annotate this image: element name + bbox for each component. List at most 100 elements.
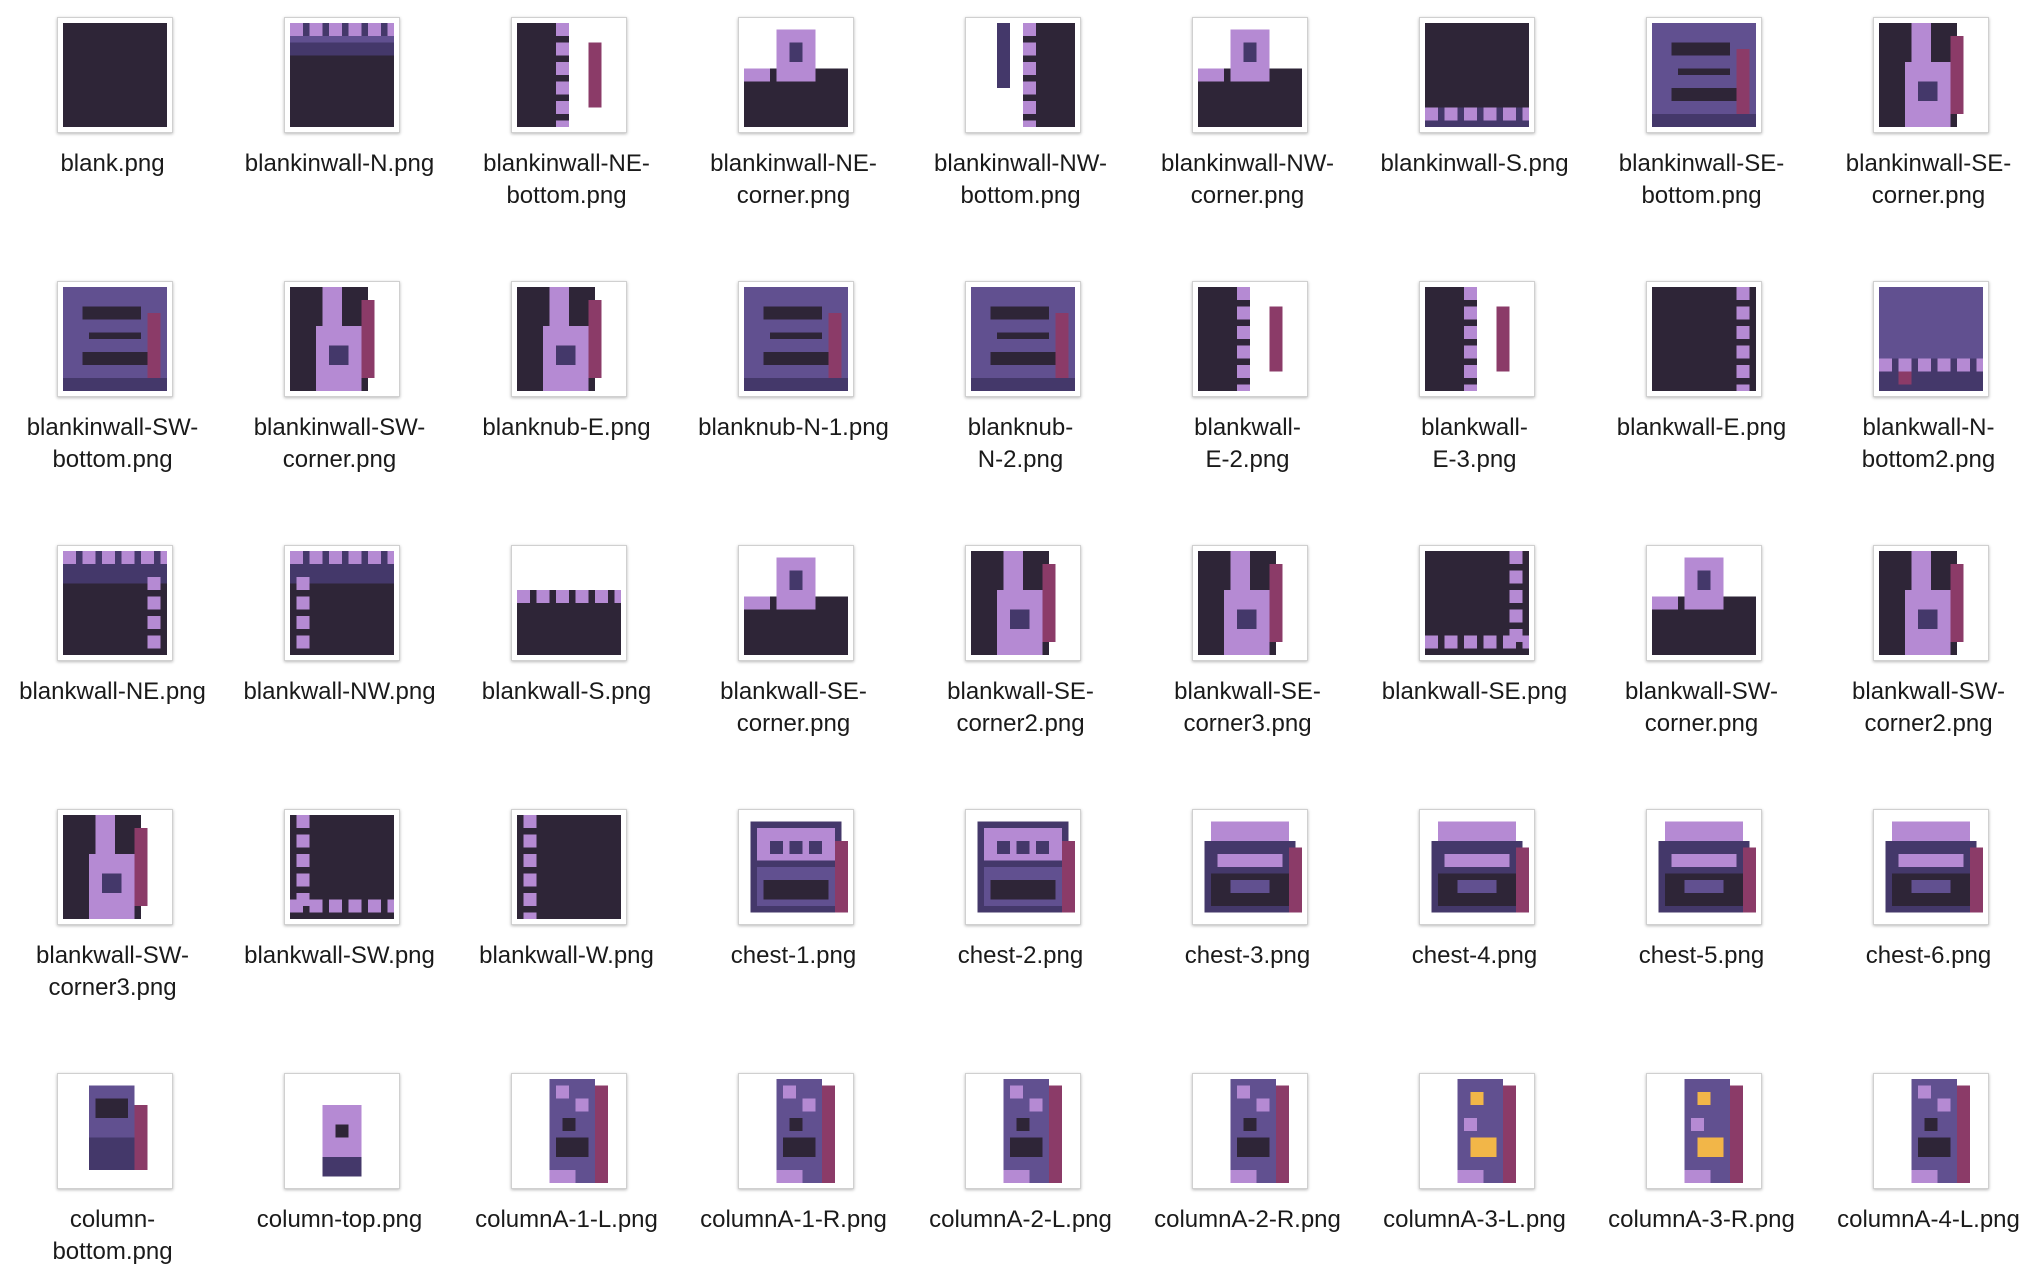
file-thumbnail[interactable] [1873,809,1989,925]
file-thumbnail[interactable] [511,809,627,925]
file-name-line: N-2.png [977,446,1064,473]
file-thumbnail[interactable] [1192,1073,1308,1189]
file-name-label: chest-3.png [1125,940,1370,972]
file-name-label: chest-4.png [1352,940,1597,972]
sprite-wall-bottom-right-icon [1425,551,1529,655]
file-name-line: blankwall- [1194,414,1301,441]
file-thumbnail[interactable] [511,17,627,133]
file-name-line: columnA-2-L.png [929,1206,1112,1233]
file-thumbnail[interactable] [57,17,173,133]
file-thumbnail[interactable] [1646,17,1762,133]
file-name-label: blankwall- E-3.png [1352,412,1597,476]
file-name-line: columnA-4-L.png [1837,1206,2020,1233]
file-thumbnail[interactable] [284,1073,400,1189]
file-name-label: blankinwall-SW-bottom.png [0,412,235,476]
file-name-line: blankwall-SE- [720,678,867,705]
file-name-label: columnA-2-L.png [898,1204,1143,1236]
file-thumbnail[interactable] [965,17,1081,133]
file-thumbnail[interactable] [1419,1073,1535,1189]
file-name-line: blanknub- [967,414,1074,441]
file-thumbnail[interactable] [965,281,1081,397]
sprite-chest-open-icon [1431,821,1529,913]
file-name-line: blankinwall-SE- [1618,150,1785,177]
file-thumbnail[interactable] [965,809,1081,925]
file-thumbnail[interactable] [738,545,854,661]
file-name-line: blankwall-W.png [479,942,654,969]
file-thumbnail[interactable] [738,1073,854,1189]
file-thumbnail[interactable] [965,1073,1081,1189]
file-thumbnail[interactable] [284,809,400,925]
file-thumbnail[interactable] [284,17,400,133]
sprite-corner-nub-icon [1652,557,1756,655]
file-thumbnail[interactable] [57,281,173,397]
file-thumbnail[interactable] [284,545,400,661]
file-icon-grid: blank.png blankinwall-N.png blankinwall-NE… [0,0,2040,1265]
file-thumbnail[interactable] [1873,545,1989,661]
file-thumbnail[interactable] [965,545,1081,661]
file-thumbnail[interactable] [1192,545,1308,661]
file-name-label: blankinwall-SE-corner.png [1806,148,2040,212]
file-thumbnail[interactable] [511,1073,627,1189]
file-name-label: chest-1.png [671,940,916,972]
file-thumbnail[interactable] [1646,809,1762,925]
file-thumbnail[interactable] [1419,809,1535,925]
sprite-pillar-icon [776,1079,835,1183]
file-thumbnail[interactable] [1873,1073,1989,1189]
file-thumbnail[interactable] [284,281,400,397]
file-thumbnail[interactable] [738,809,854,925]
file-name-label: chest-6.png [1806,940,2040,972]
sprite-column-piece-icon [1879,23,1964,127]
file-name-label: columnA-3-R.png [1579,1204,1824,1236]
file-thumbnail[interactable] [1419,545,1535,661]
file-thumbnail[interactable] [1646,1073,1762,1189]
file-thumbnail[interactable] [57,1073,173,1189]
sprite-column-bottom-icon [89,1085,148,1170]
sprite-wall-right-side-icon [1425,287,1510,391]
file-name-line: corner3.png [1183,710,1312,737]
sprite-nub-block-icon [971,287,1075,391]
file-thumbnail[interactable] [1419,281,1535,397]
file-thumbnail[interactable] [1192,809,1308,925]
file-name-label: blankinwall-NW-bottom.png [898,148,1143,212]
file-thumbnail[interactable] [738,281,854,397]
sprite-wall-left-icon [517,815,621,919]
file-name-line: blankwall-SE- [1174,678,1321,705]
file-name-label: column-bottom.png [0,1204,235,1268]
file-name-line: columnA-2-R.png [1154,1206,1341,1233]
file-name-label: columnA-1-R.png [671,1204,916,1236]
file-thumbnail[interactable] [738,17,854,133]
file-thumbnail[interactable] [1192,17,1308,133]
file-thumbnail[interactable] [1646,545,1762,661]
sprite-column-piece-icon [1879,551,1964,655]
file-name-line: blankwall-SW.png [244,942,435,969]
file-name-line: columnA-3-R.png [1608,1206,1795,1233]
sprite-column-piece-icon [517,287,602,391]
file-thumbnail[interactable] [511,281,627,397]
file-name-label: blankinwall-NW-corner.png [1125,148,1370,212]
file-name-line: blankwall-S.png [481,678,652,705]
file-thumbnail[interactable] [1646,281,1762,397]
file-thumbnail[interactable] [1873,17,1989,133]
file-name-line: bottom.png [1641,182,1762,209]
file-thumbnail[interactable] [1873,281,1989,397]
file-name-line: blanknub-N-1.png [698,414,889,441]
file-thumbnail[interactable] [57,545,173,661]
file-thumbnail[interactable] [511,545,627,661]
sprite-wall-right-icon [1652,287,1756,391]
file-thumbnail[interactable] [1192,281,1308,397]
file-name-label: blanknub-E.png [444,412,689,444]
file-name-label: columnA-2-R.png [1125,1204,1370,1236]
sprite-wall-left-side-icon [997,23,1075,127]
file-name-label: blankwall-E.png [1579,412,1824,444]
file-name-label: blankwall-SE.png [1352,676,1597,708]
sprite-chest-icon [977,821,1075,913]
file-thumbnail[interactable] [57,809,173,925]
file-name-line: bottom.png [52,1238,173,1265]
file-name-line: blankwall-SE.png [1381,678,1568,705]
sprite-nub-block-icon [1652,23,1756,127]
file-thumbnail[interactable] [1419,17,1535,133]
file-name-line: blankinwall-N.png [244,150,435,177]
file-name-line: blankwall-E.png [1616,414,1787,441]
sprite-wall-bottom-left-icon [290,815,394,919]
file-name-line: columnA-1-R.png [700,1206,887,1233]
